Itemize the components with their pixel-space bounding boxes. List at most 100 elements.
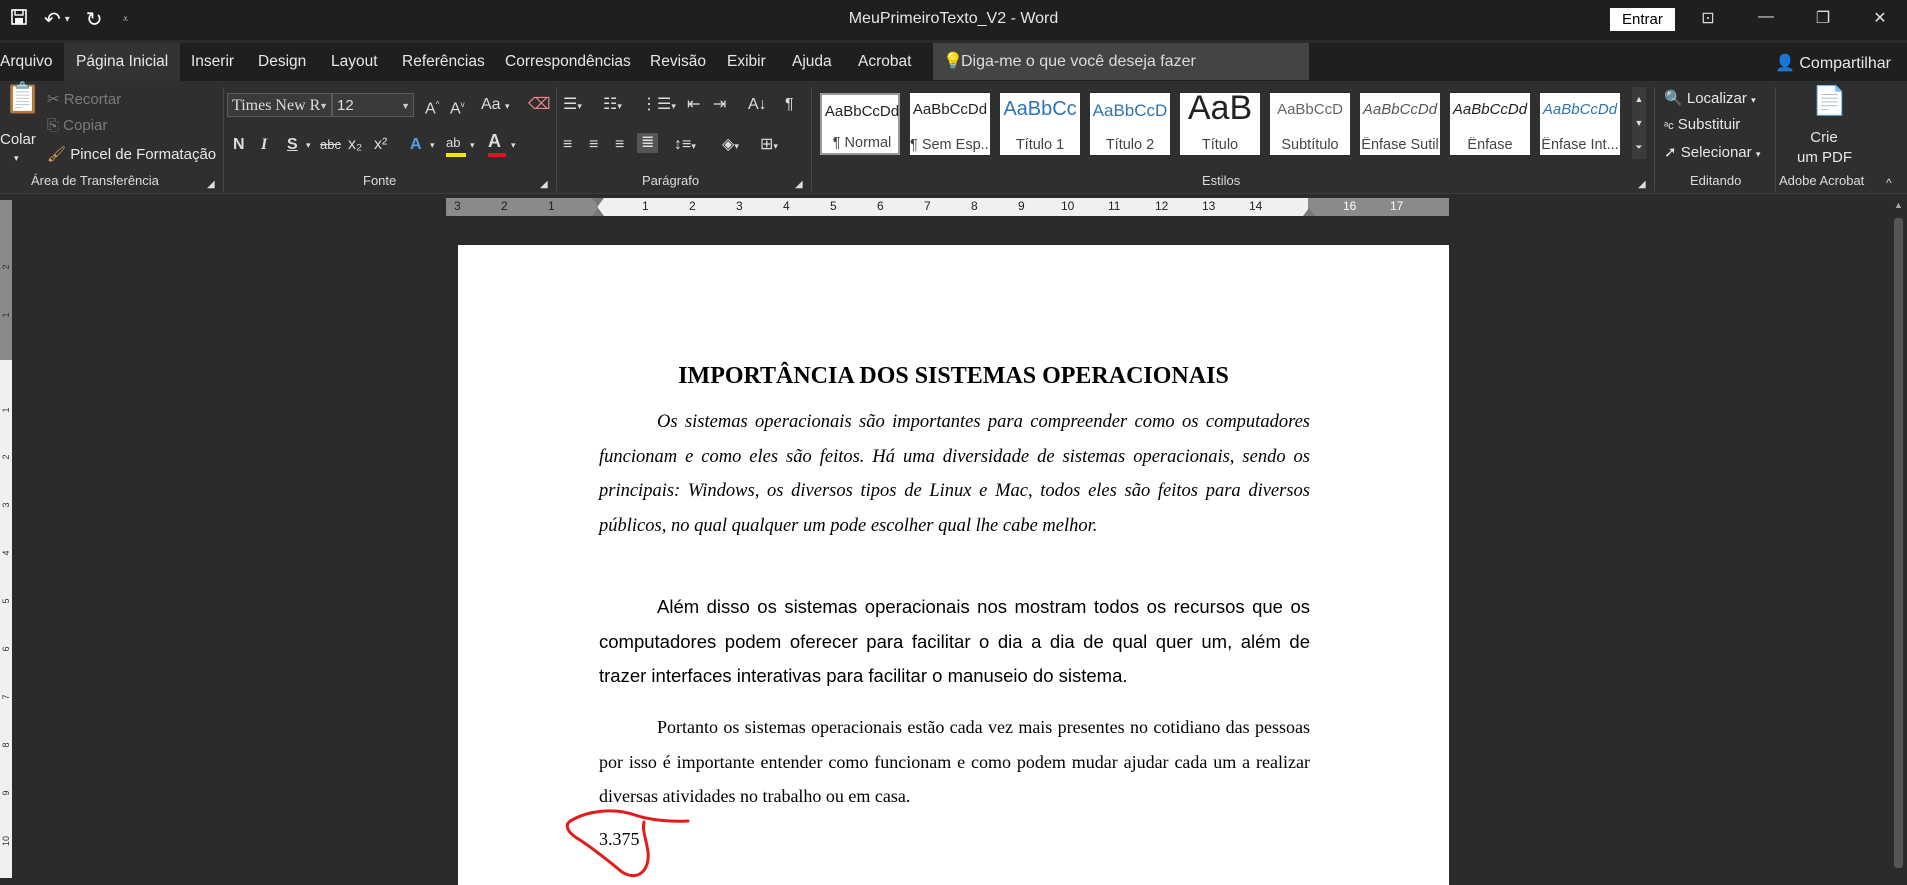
tab-arquivo[interactable]: Arquivo (0, 43, 53, 81)
replace-button[interactable]: ᵃc Substituir (1664, 116, 1740, 133)
highlight-icon[interactable]: ab (446, 133, 466, 157)
italic-button[interactable]: I (261, 135, 267, 155)
document-title[interactable]: IMPORTÂNCIA DOS SISTEMAS OPERACIONAIS (458, 363, 1449, 390)
superscript-button[interactable]: x² (374, 135, 387, 155)
decrease-indent-icon[interactable]: ⇤ (687, 95, 700, 115)
justify-icon[interactable]: ≣ (637, 133, 659, 153)
format-painter-button[interactable]: 🖌 Pincel de Formatação (47, 145, 216, 163)
ruler-label: 8 (1, 742, 11, 748)
tab-correspondencias[interactable]: Correspondências (505, 43, 631, 81)
scrollbar-thumb[interactable] (1894, 218, 1903, 868)
text-effects-icon[interactable]: A (410, 135, 422, 155)
tab-referencias[interactable]: Referências (402, 43, 485, 81)
vertical-ruler[interactable]: 2 1 1 2 3 4 5 6 7 8 9 10 (0, 200, 12, 878)
minimize-icon[interactable]: — (1751, 8, 1781, 26)
restore-icon[interactable]: ❐ (1808, 8, 1838, 28)
underline-button[interactable]: S (287, 135, 298, 155)
tab-layout[interactable]: Layout (331, 43, 378, 81)
find-button[interactable]: 🔍 Localizar ▾ (1664, 89, 1756, 107)
vertical-scrollbar[interactable]: ▲ (1890, 198, 1907, 878)
highlight-color-swatch (446, 153, 466, 157)
select-button[interactable]: ➚ Selecionar ▾ (1664, 143, 1760, 161)
tab-revisao[interactable]: Revisão (650, 43, 706, 81)
tab-ajuda[interactable]: Ajuda (792, 43, 832, 81)
strikethrough-button[interactable]: abc (320, 135, 341, 155)
shrink-font-icon[interactable]: Av (450, 95, 465, 119)
bold-button[interactable]: N (233, 135, 245, 155)
font-launcher-icon[interactable]: ◢ (540, 175, 548, 195)
paste-icon[interactable]: 📋 (4, 84, 41, 114)
style-emphasis[interactable]: AaBbCcDd Ênfase (1450, 93, 1530, 155)
chevron-up-icon[interactable]: ▲ (1894, 200, 1903, 210)
style-heading-2[interactable]: AaBbCcD Título 2 (1090, 93, 1170, 155)
close-icon[interactable]: ✕ (1865, 8, 1895, 28)
tell-me-search[interactable]: 💡 Diga-me o que você deseja fazer (933, 43, 1309, 80)
shading-icon[interactable]: ◈▾ (722, 135, 739, 156)
create-pdf-icon[interactable]: 📄 (1812, 87, 1847, 115)
paragraph-1[interactable]: Os sistemas operacionais são importantes… (599, 405, 1310, 543)
increase-indent-icon[interactable]: ⇥ (713, 95, 726, 115)
multilevel-list-icon[interactable]: ⋮☰▾ (641, 95, 676, 116)
hanging-indent-marker[interactable] (592, 208, 604, 216)
numbering-icon[interactable]: ☷▾ (603, 95, 622, 116)
paragraph-2[interactable]: Além disso os sistemas operacionais nos … (599, 590, 1310, 694)
clipboard-launcher-icon[interactable]: ◢ (207, 175, 215, 195)
paragraph-launcher-icon[interactable]: ◢ (795, 175, 803, 195)
highlight-dropdown-icon[interactable]: ▾ (470, 135, 475, 155)
ribbon-display-icon[interactable]: ⊡ (1693, 8, 1723, 28)
paragraph-3[interactable]: Portanto os sistemas operacionais estão … (599, 710, 1310, 814)
font-size-box[interactable]: 12 ▼ (332, 93, 414, 117)
line-spacing-icon[interactable]: ↕≡▾ (674, 135, 696, 156)
create-pdf-line1[interactable]: Crie (1806, 129, 1842, 146)
styles-launcher-icon[interactable]: ◢ (1638, 175, 1646, 195)
share-button[interactable]: 👤 Compartilhar (1775, 53, 1891, 73)
sort-icon[interactable]: A↓ (748, 95, 767, 115)
style-subtitle[interactable]: AaBbCcD Subtítulo (1270, 93, 1350, 155)
shrink-font-label: A (450, 100, 461, 118)
change-case-icon[interactable]: Aa ▾ (481, 95, 510, 116)
right-indent-marker[interactable] (1303, 208, 1315, 216)
style-intense-emphasis[interactable]: AaBbCcDd Ênfase Int... (1540, 93, 1620, 155)
horizontal-ruler[interactable]: 3 2 1 1 2 3 4 5 6 7 8 9 10 11 12 13 14 1… (446, 198, 1449, 216)
font-name-box[interactable]: Times New R ▼ (227, 93, 332, 117)
bullets-icon[interactable]: ☰▾ (563, 95, 582, 116)
styles-scroll[interactable]: ▲ ▼ ⏷ (1632, 87, 1646, 159)
sign-in-button[interactable]: Entrar (1610, 8, 1675, 31)
paste-dropdown-icon[interactable]: ▾ (14, 153, 19, 164)
style-title[interactable]: AaB Título (1180, 89, 1260, 155)
tab-pagina-inicial[interactable]: Página Inicial (64, 43, 181, 81)
first-line-indent-marker[interactable] (592, 198, 604, 206)
collapse-ribbon-icon[interactable]: ^ (1886, 173, 1892, 193)
subscript-button[interactable]: x₂ (348, 135, 362, 155)
ribbon-tabs: Arquivo Página Inicial Inserir Design La… (0, 43, 1907, 81)
font-color-dropdown-icon[interactable]: ▾ (511, 135, 516, 155)
tab-acrobat[interactable]: Acrobat (858, 43, 911, 81)
align-center-icon[interactable]: ≡ (589, 135, 598, 155)
align-right-icon[interactable]: ≡ (615, 135, 624, 155)
clear-formatting-icon[interactable]: ⌫ (528, 95, 551, 115)
paste-button[interactable]: Colar (0, 131, 36, 148)
style-subtle-emphasis[interactable]: AaBbCcDd Ênfase Sutil (1360, 93, 1440, 155)
paragraph-group-label: Parágrafo (642, 173, 700, 188)
chevron-up-icon[interactable]: ▲ (1632, 87, 1646, 111)
align-left-icon[interactable]: ≡ (563, 135, 572, 155)
text-effects-dropdown-icon[interactable]: ▾ (430, 135, 435, 155)
style-normal[interactable]: AaBbCcDd ¶ Normal (820, 93, 900, 155)
cut-button[interactable]: ✂ Recortar (47, 90, 121, 108)
document-page[interactable]: IMPORTÂNCIA DOS SISTEMAS OPERACIONAIS Os… (458, 245, 1449, 885)
tab-design[interactable]: Design (258, 43, 306, 81)
borders-icon[interactable]: ⊞▾ (760, 135, 778, 156)
underline-dropdown-icon[interactable]: ▾ (306, 135, 311, 155)
create-pdf-line2[interactable]: um PDF (1797, 149, 1852, 166)
font-color-icon[interactable]: A (488, 131, 506, 157)
show-formatting-icon[interactable]: ¶ (785, 95, 794, 115)
more-styles-icon[interactable]: ⏷ (1632, 135, 1646, 159)
grow-font-icon[interactable]: A^ (425, 95, 439, 119)
tab-exibir[interactable]: Exibir (727, 43, 766, 81)
tab-inserir[interactable]: Inserir (191, 43, 234, 81)
copy-button[interactable]: ⎘ Copiar (47, 117, 107, 134)
style-no-spacing[interactable]: AaBbCcDd ¶ Sem Esp... (910, 93, 990, 155)
divider (556, 87, 557, 191)
style-heading-1[interactable]: AaBbCc Título 1 (1000, 93, 1080, 155)
chevron-down-icon[interactable]: ▼ (1632, 111, 1646, 135)
